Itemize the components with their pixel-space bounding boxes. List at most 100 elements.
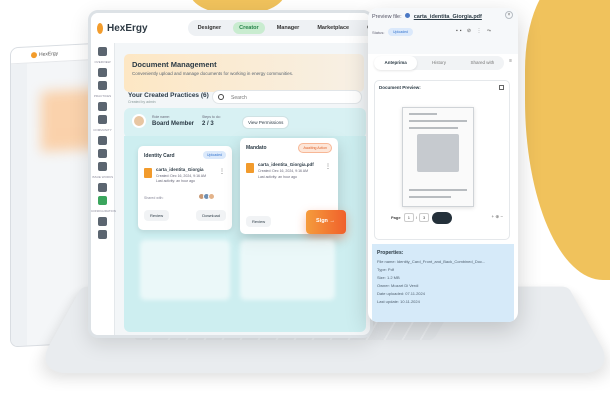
pdf-icon xyxy=(144,168,152,178)
tab-manager[interactable]: Manager xyxy=(271,22,306,34)
brand-name: HexErgy xyxy=(107,22,148,34)
property-row: Size: 1.2 MB xyxy=(377,275,400,280)
property-row: Last update: 10.11.2024 xyxy=(377,299,420,304)
tab-creator[interactable]: Creator xyxy=(233,22,265,34)
text-line xyxy=(409,120,467,122)
card-actions: Review Download xyxy=(144,210,226,221)
status-badge: Uploaded xyxy=(388,28,413,36)
sidebar-item-community-2[interactable] xyxy=(98,149,107,158)
sidebar-item-issue-active[interactable] xyxy=(98,196,107,205)
sidebar-item-community[interactable] xyxy=(98,136,107,145)
sidebar-item-practices-2[interactable] xyxy=(98,115,107,124)
blurred-card xyxy=(140,240,230,300)
document-page-thumbnail xyxy=(402,107,474,207)
sidebar-item-overview-2[interactable] xyxy=(98,81,107,90)
card-title: Mandato xyxy=(246,145,267,151)
top-header: HexErgy Designer Creator Manager Marketp… xyxy=(91,13,370,43)
sidebar-group-community: COMMUNITY xyxy=(93,128,112,132)
sidebar-group-configuration: CONFIGURATION xyxy=(91,209,116,213)
document-card-identity[interactable]: Identity Card Uploaded carta_identita_Gi… xyxy=(138,146,232,230)
status-badge: Awaiting Action xyxy=(298,143,332,153)
sign-button[interactable]: Sign → xyxy=(306,210,346,234)
search-placeholder: Search xyxy=(231,95,247,101)
nav-tabs: Designer Creator Manager Marketplace Com… xyxy=(187,20,370,36)
status-badge: Uploaded xyxy=(203,151,226,159)
page-navigation: Page 1/3 xyxy=(391,213,431,222)
id-card-scan xyxy=(417,134,459,172)
file-created: Created: Dec 16, 2024, 9:16 AM xyxy=(258,169,309,173)
properties-title: Properties: xyxy=(377,250,404,256)
page-subtitle: Conveniently upload and manage documents… xyxy=(132,71,294,76)
properties-section: Properties: File name: Identity_Card_Fro… xyxy=(372,244,514,322)
document-preview: Document Preview: Page 1/3 + ⊕ − xyxy=(374,80,510,240)
tab-history[interactable]: History xyxy=(417,56,460,70)
view-permissions-button[interactable]: View Permissions xyxy=(242,116,290,129)
avatar xyxy=(132,114,146,128)
download-button[interactable]: Download xyxy=(196,210,226,221)
role-label: Role name: xyxy=(152,115,170,119)
search-input[interactable]: Search xyxy=(212,90,362,104)
role-bar: Role name: Board Member Steps to do: 2 /… xyxy=(124,108,366,138)
tab-anteprima[interactable]: Anteprima xyxy=(374,56,418,70)
settings-icon[interactable]: ≡ xyxy=(509,58,512,64)
review-button[interactable]: Review xyxy=(144,210,170,221)
tab-shared-with[interactable]: Shared with xyxy=(461,56,504,70)
avatar xyxy=(208,193,215,200)
steps-value: 2 / 3 xyxy=(202,121,214,127)
tab-marketplace[interactable]: Marketplace xyxy=(311,22,355,34)
property-row: File name: Identity_Card_Front_and_Back_… xyxy=(377,259,486,264)
page-total: 3 xyxy=(419,213,430,222)
sidebar-item-community-3[interactable] xyxy=(98,162,107,171)
property-row: Type: Pdf xyxy=(377,267,394,272)
sidebar-group-practices: PRACTICES xyxy=(93,94,112,98)
status-label: Status: xyxy=(372,30,385,35)
preview-title-prefix: Preview file: xyxy=(372,14,402,20)
property-row: Owner: Mozart Di Verdi xyxy=(377,283,419,288)
shared-avatars xyxy=(198,193,215,200)
sidebar-group-issue-works: ISSUE WORKS xyxy=(91,175,114,179)
practices-subtitle: Created by admin xyxy=(128,100,156,104)
page-current[interactable]: 1 xyxy=(403,213,414,222)
scene: HexErgy HexErgy Designer Creator Manager… xyxy=(0,0,610,394)
text-line xyxy=(409,196,451,198)
document-preview-label: Document Preview: xyxy=(379,85,421,90)
file-name[interactable]: carta_identita_Giorgia.pdf xyxy=(258,162,314,167)
file-icon xyxy=(405,13,411,18)
sidebar-item-overview[interactable] xyxy=(98,68,107,77)
practices-heading: Your Created Practices (6) Created by ad… xyxy=(128,92,209,104)
practices-title: Your Created Practices (6) xyxy=(128,92,209,99)
blurred-card xyxy=(240,240,335,300)
file-created: Created: Dec 16, 2024, 9:16 AM xyxy=(156,174,207,178)
sidebar-item-practices[interactable] xyxy=(98,102,107,111)
preview-panel: Preview file: carta_identita_Giorgia.pdf… xyxy=(368,8,518,322)
role-value: Board Member xyxy=(152,121,195,127)
sidebar-item-config[interactable] xyxy=(98,217,107,226)
file-activity: Last activity: an hour ago xyxy=(156,179,195,183)
sidebar-item-config-2[interactable] xyxy=(98,230,107,239)
menu-icon[interactable] xyxy=(98,47,107,56)
page-banner: Document Management Conveniently upload … xyxy=(124,54,364,92)
file-name[interactable]: carta_identita_Giorgia xyxy=(156,167,204,172)
preview-tabs: Anteprima History Shared with xyxy=(374,56,504,70)
sidebar-item-issue[interactable] xyxy=(98,183,107,192)
calendar-icon[interactable] xyxy=(499,85,504,90)
file-activity: Last activity: an hour ago xyxy=(258,175,297,179)
card-title: Identity Card xyxy=(144,153,175,159)
page-label: Page xyxy=(391,215,401,220)
text-line xyxy=(409,127,458,129)
toggle-icon[interactable] xyxy=(432,212,452,224)
text-line xyxy=(409,189,467,191)
more-icon[interactable]: ⋮ xyxy=(325,163,331,170)
close-icon[interactable]: × xyxy=(505,11,513,19)
toolbar-icons[interactable]: ▪▪ ⊘ ⋮ ⤳ xyxy=(456,28,493,34)
text-line xyxy=(409,113,437,115)
property-row: Date uploaded: 07.11.2024 xyxy=(377,291,425,296)
sidebar-group-overview: OVERVIEW xyxy=(94,60,111,64)
sidebar: OVERVIEW PRACTICES COMMUNITY ISSUE WORKS… xyxy=(91,43,116,335)
tab-designer[interactable]: Designer xyxy=(192,22,228,34)
zoom-controls[interactable]: + ⊕ − xyxy=(491,214,503,220)
more-icon[interactable]: ⋮ xyxy=(219,168,225,175)
page-title: Document Management xyxy=(132,60,217,69)
review-button[interactable]: Review xyxy=(246,216,272,227)
preview-file-name[interactable]: carta_identita_Giorgia.pdf xyxy=(414,14,482,20)
